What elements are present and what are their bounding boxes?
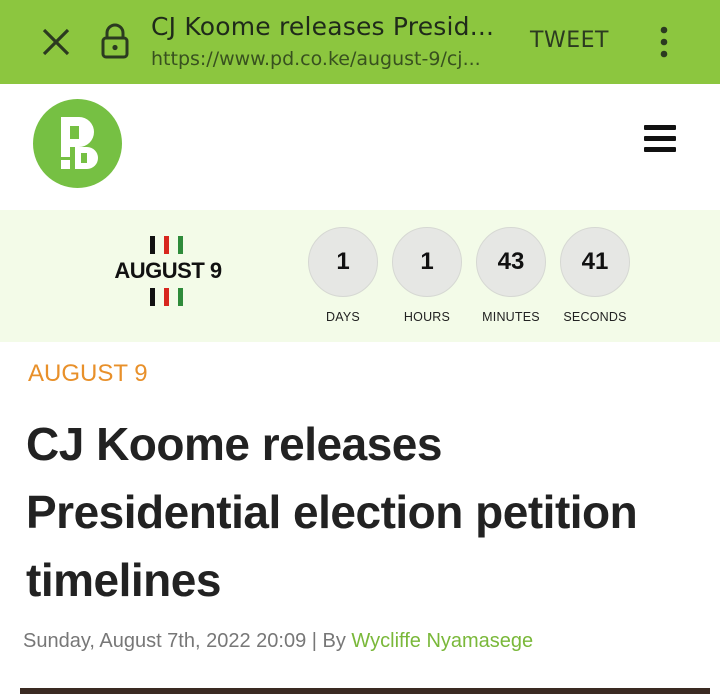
page-title: CJ Koome releases Presid... <box>151 12 495 41</box>
article-image <box>20 688 710 694</box>
article-byline: Sunday, August 7th, 2022 20:09 | By Wycl… <box>23 630 533 653</box>
countdown-hours-value: 1 <box>392 227 462 297</box>
address-bar[interactable]: CJ Koome releases Presid... https://www.… <box>151 10 521 74</box>
hamburger-menu-icon[interactable] <box>644 125 680 155</box>
article-date: Sunday, August 7th, 2022 20:09 <box>23 630 307 652</box>
countdown-days-value: 1 <box>308 227 378 297</box>
close-icon[interactable] <box>38 24 74 60</box>
site-header <box>0 84 720 210</box>
countdown-seconds: 41 SECONDS <box>559 227 631 324</box>
countdown-hours: 1 HOURS <box>391 227 463 324</box>
countdown-days: 1 DAYS <box>307 227 379 324</box>
countdown-minutes-label: MINUTES <box>482 310 540 324</box>
august-9-logo-text: AUGUST 9 <box>114 258 222 283</box>
browser-toolbar: CJ Koome releases Presid... https://www.… <box>0 0 720 84</box>
countdown-banner: AUGUST 9 1 DAYS 1 HOURS 43 MINUTES 41 SE… <box>0 210 720 342</box>
countdown-minutes-value: 43 <box>476 227 546 297</box>
countdown-minutes: 43 MINUTES <box>475 227 547 324</box>
tweet-button[interactable]: TWEET <box>530 28 609 53</box>
countdown-days-label: DAYS <box>326 310 360 324</box>
article-category-link[interactable]: AUGUST 9 <box>28 360 148 388</box>
author-link[interactable]: Wycliffe Nyamasege <box>351 630 533 652</box>
countdown-hours-label: HOURS <box>403 310 451 324</box>
pd-logo[interactable] <box>33 99 122 188</box>
byline-separator: | By <box>306 630 352 652</box>
countdown-seconds-value: 41 <box>560 227 630 297</box>
article-headline: CJ Koome releases Presidential election … <box>26 418 638 606</box>
page-url: https://www.pd.co.ke/august-9/cj... <box>151 48 481 70</box>
august-9-logo: AUGUST 9 <box>104 234 232 308</box>
more-options-icon[interactable] <box>652 24 676 60</box>
lock-icon[interactable] <box>98 22 132 60</box>
countdown-seconds-label: SECONDS <box>563 310 627 324</box>
